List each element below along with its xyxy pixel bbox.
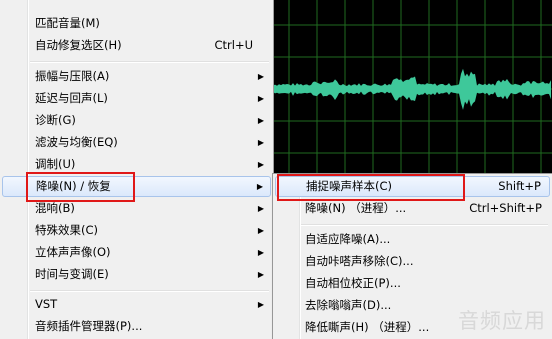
submenu-arrow-icon: ▶ xyxy=(257,94,264,103)
watermark-text: 音频应用 xyxy=(458,309,546,333)
menu-item-modulation[interactable]: 调制(U) ▶ xyxy=(2,154,271,175)
menu-item-label: 匹配音量(M) xyxy=(35,16,100,30)
menu-item-delay-echo[interactable]: 延迟与回声(L) ▶ xyxy=(2,88,271,109)
menu-item-label: 立体声声像(O) xyxy=(35,245,111,259)
submenu-arrow-icon: ▶ xyxy=(257,72,264,81)
submenu-arrow-icon: ▶ xyxy=(257,300,264,309)
menu-item-filter-eq[interactable]: 滤波与均衡(EQ) ▶ xyxy=(2,132,271,153)
menu-item-label: 混响(B) xyxy=(35,201,75,215)
shortcut-text: Ctrl+Shift+P xyxy=(469,201,542,215)
menu-item-label: 自适应降噪(A)... xyxy=(305,232,391,246)
submenu-arrow-icon: ▶ xyxy=(256,182,263,191)
menu-item-stereo-imagery[interactable]: 立体声声像(O) ▶ xyxy=(2,242,271,263)
menu-item-label: 捕捉噪声样本(C) xyxy=(306,179,393,193)
menu-item-reverb[interactable]: 混响(B) ▶ xyxy=(2,198,271,219)
menu-separator xyxy=(30,61,269,63)
menu-item-plugin-manager[interactable]: 音频插件管理器(P)... xyxy=(2,316,271,337)
menu-item-noise-reduction[interactable]: 降噪(N) / 恢复 ▶ xyxy=(2,176,271,197)
menu-item-label: 降噪(N) （进程）... xyxy=(305,201,407,215)
submenu-item-auto-phase-correction[interactable]: 自动相位校正(P)... xyxy=(275,273,550,294)
submenu-arrow-icon: ▶ xyxy=(257,138,264,147)
menu-item-amplitude[interactable]: 振幅与压限(A) ▶ xyxy=(2,66,271,87)
shortcut-text: Shift+P xyxy=(498,179,541,193)
menu-item-label: 调制(U) xyxy=(35,157,76,171)
menu-item-special[interactable]: 特殊效果(C) ▶ xyxy=(2,220,271,241)
menu-separator xyxy=(30,290,269,292)
menu-item-auto-heal[interactable]: 自动修复选区(H) Ctrl+U xyxy=(2,35,271,56)
menu-item-label: 音频插件管理器(P)... xyxy=(35,319,143,333)
submenu-item-capture-noise-print[interactable]: 捕捉噪声样本(C) Shift+P xyxy=(275,176,550,197)
submenu-arrow-icon: ▶ xyxy=(257,270,264,279)
effects-menu: 匹配音量(M) 自动修复选区(H) Ctrl+U 振幅与压限(A) ▶ 延迟与回… xyxy=(0,0,274,339)
submenu-arrow-icon: ▶ xyxy=(257,160,264,169)
menu-item-label: 降噪(N) / 恢复 xyxy=(36,179,111,193)
menu-item-label: 振幅与压限(A) xyxy=(35,69,110,83)
menu-item-label: 延迟与回声(L) xyxy=(35,91,108,105)
menu-item-match-volume[interactable]: 匹配音量(M) xyxy=(2,13,271,34)
submenu-item-noise-reduction-process[interactable]: 降噪(N) （进程）... Ctrl+Shift+P xyxy=(275,198,550,219)
shortcut-text: Ctrl+U xyxy=(214,38,253,52)
submenu-arrow-icon: ▶ xyxy=(257,248,264,257)
menu-item-diagnostics[interactable]: 诊断(G) ▶ xyxy=(2,110,271,131)
menu-item-label: 自动咔嗒声移除(C)... xyxy=(305,254,414,268)
submenu-arrow-icon: ▶ xyxy=(257,204,264,213)
waveform-path xyxy=(271,68,551,110)
submenu-arrow-icon: ▶ xyxy=(257,116,264,125)
submenu-item-adaptive-noise-reduction[interactable]: 自适应降噪(A)... xyxy=(275,229,550,250)
menu-item-time-pitch[interactable]: 时间与变调(E) ▶ xyxy=(2,264,271,285)
menu-item-label: 诊断(G) xyxy=(35,113,76,127)
menu-item-label: 时间与变调(E) xyxy=(35,267,109,281)
menu-item-label: 降低嘶声(H) （进程）... xyxy=(305,320,430,334)
menu-item-label: 滤波与均衡(EQ) xyxy=(35,135,118,149)
menu-item-label: 特殊效果(C) xyxy=(35,223,99,237)
menu-item-label: 自动修复选区(H) xyxy=(35,38,122,52)
menu-item-vst[interactable]: VST ▶ xyxy=(2,294,271,315)
menu-item-label: 自动相位校正(P)... xyxy=(305,276,401,290)
submenu-item-auto-click-remover[interactable]: 自动咔嗒声移除(C)... xyxy=(275,251,550,272)
menu-item-label: 去除嗡嗡声(D)... xyxy=(305,298,392,312)
menu-separator xyxy=(301,224,548,226)
menu-item-label: VST xyxy=(35,297,58,311)
submenu-arrow-icon: ▶ xyxy=(257,226,264,235)
